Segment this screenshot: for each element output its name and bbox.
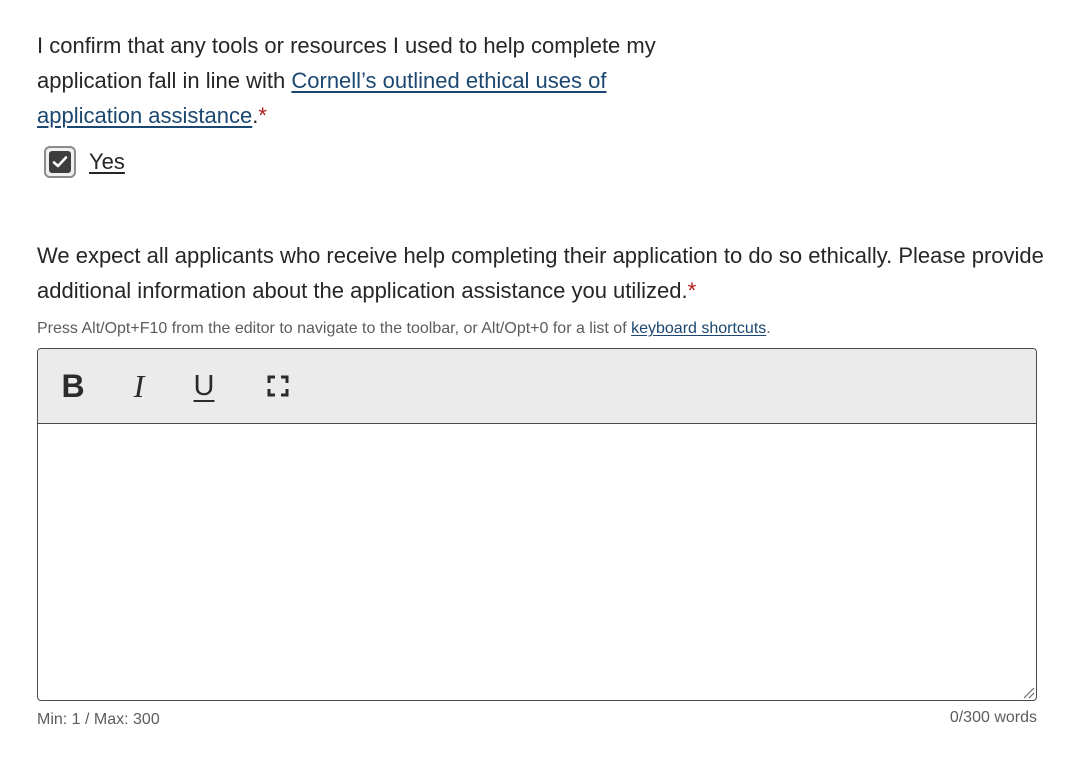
required-asterisk: * xyxy=(258,103,267,128)
editor-toolbar: B I U xyxy=(38,349,1036,424)
fullscreen-button[interactable] xyxy=(264,366,292,406)
italic-button[interactable]: I xyxy=(126,366,152,406)
yes-checkbox-row[interactable]: Yes xyxy=(44,146,125,178)
hint-period: . xyxy=(766,320,771,337)
underline-button[interactable]: U xyxy=(188,366,220,406)
fullscreen-icon xyxy=(267,375,289,397)
application-assistance-section: I confirm that any tools or resources I … xyxy=(0,0,1080,763)
question2-text: We expect all applicants who receive hel… xyxy=(37,243,1044,303)
required-asterisk: * xyxy=(687,278,697,303)
hint-text: Press Alt/Opt+F10 from the editor to nav… xyxy=(37,320,632,337)
checkmark-icon xyxy=(52,156,68,168)
assistance-details-question: We expect all applicants who receive hel… xyxy=(37,238,1047,308)
bold-button[interactable]: B xyxy=(58,366,88,406)
word-limits: Min: 1 / Max: 300 xyxy=(37,711,160,728)
editor-text-area[interactable] xyxy=(38,425,1036,700)
checkbox-checked-fill xyxy=(49,151,71,173)
word-counter: 0/300 words xyxy=(949,709,1037,726)
rich-text-editor: B I U xyxy=(37,348,1037,701)
yes-checkbox-label[interactable]: Yes xyxy=(89,149,125,175)
yes-checkbox[interactable] xyxy=(44,146,76,178)
ethics-confirmation-question: I confirm that any tools or resources I … xyxy=(37,28,717,133)
keyboard-shortcuts-link[interactable]: keyboard shortcuts xyxy=(631,320,766,337)
resize-handle-icon[interactable] xyxy=(1021,685,1035,699)
editor-keyboard-hint: Press Alt/Opt+F10 from the editor to nav… xyxy=(37,320,771,338)
